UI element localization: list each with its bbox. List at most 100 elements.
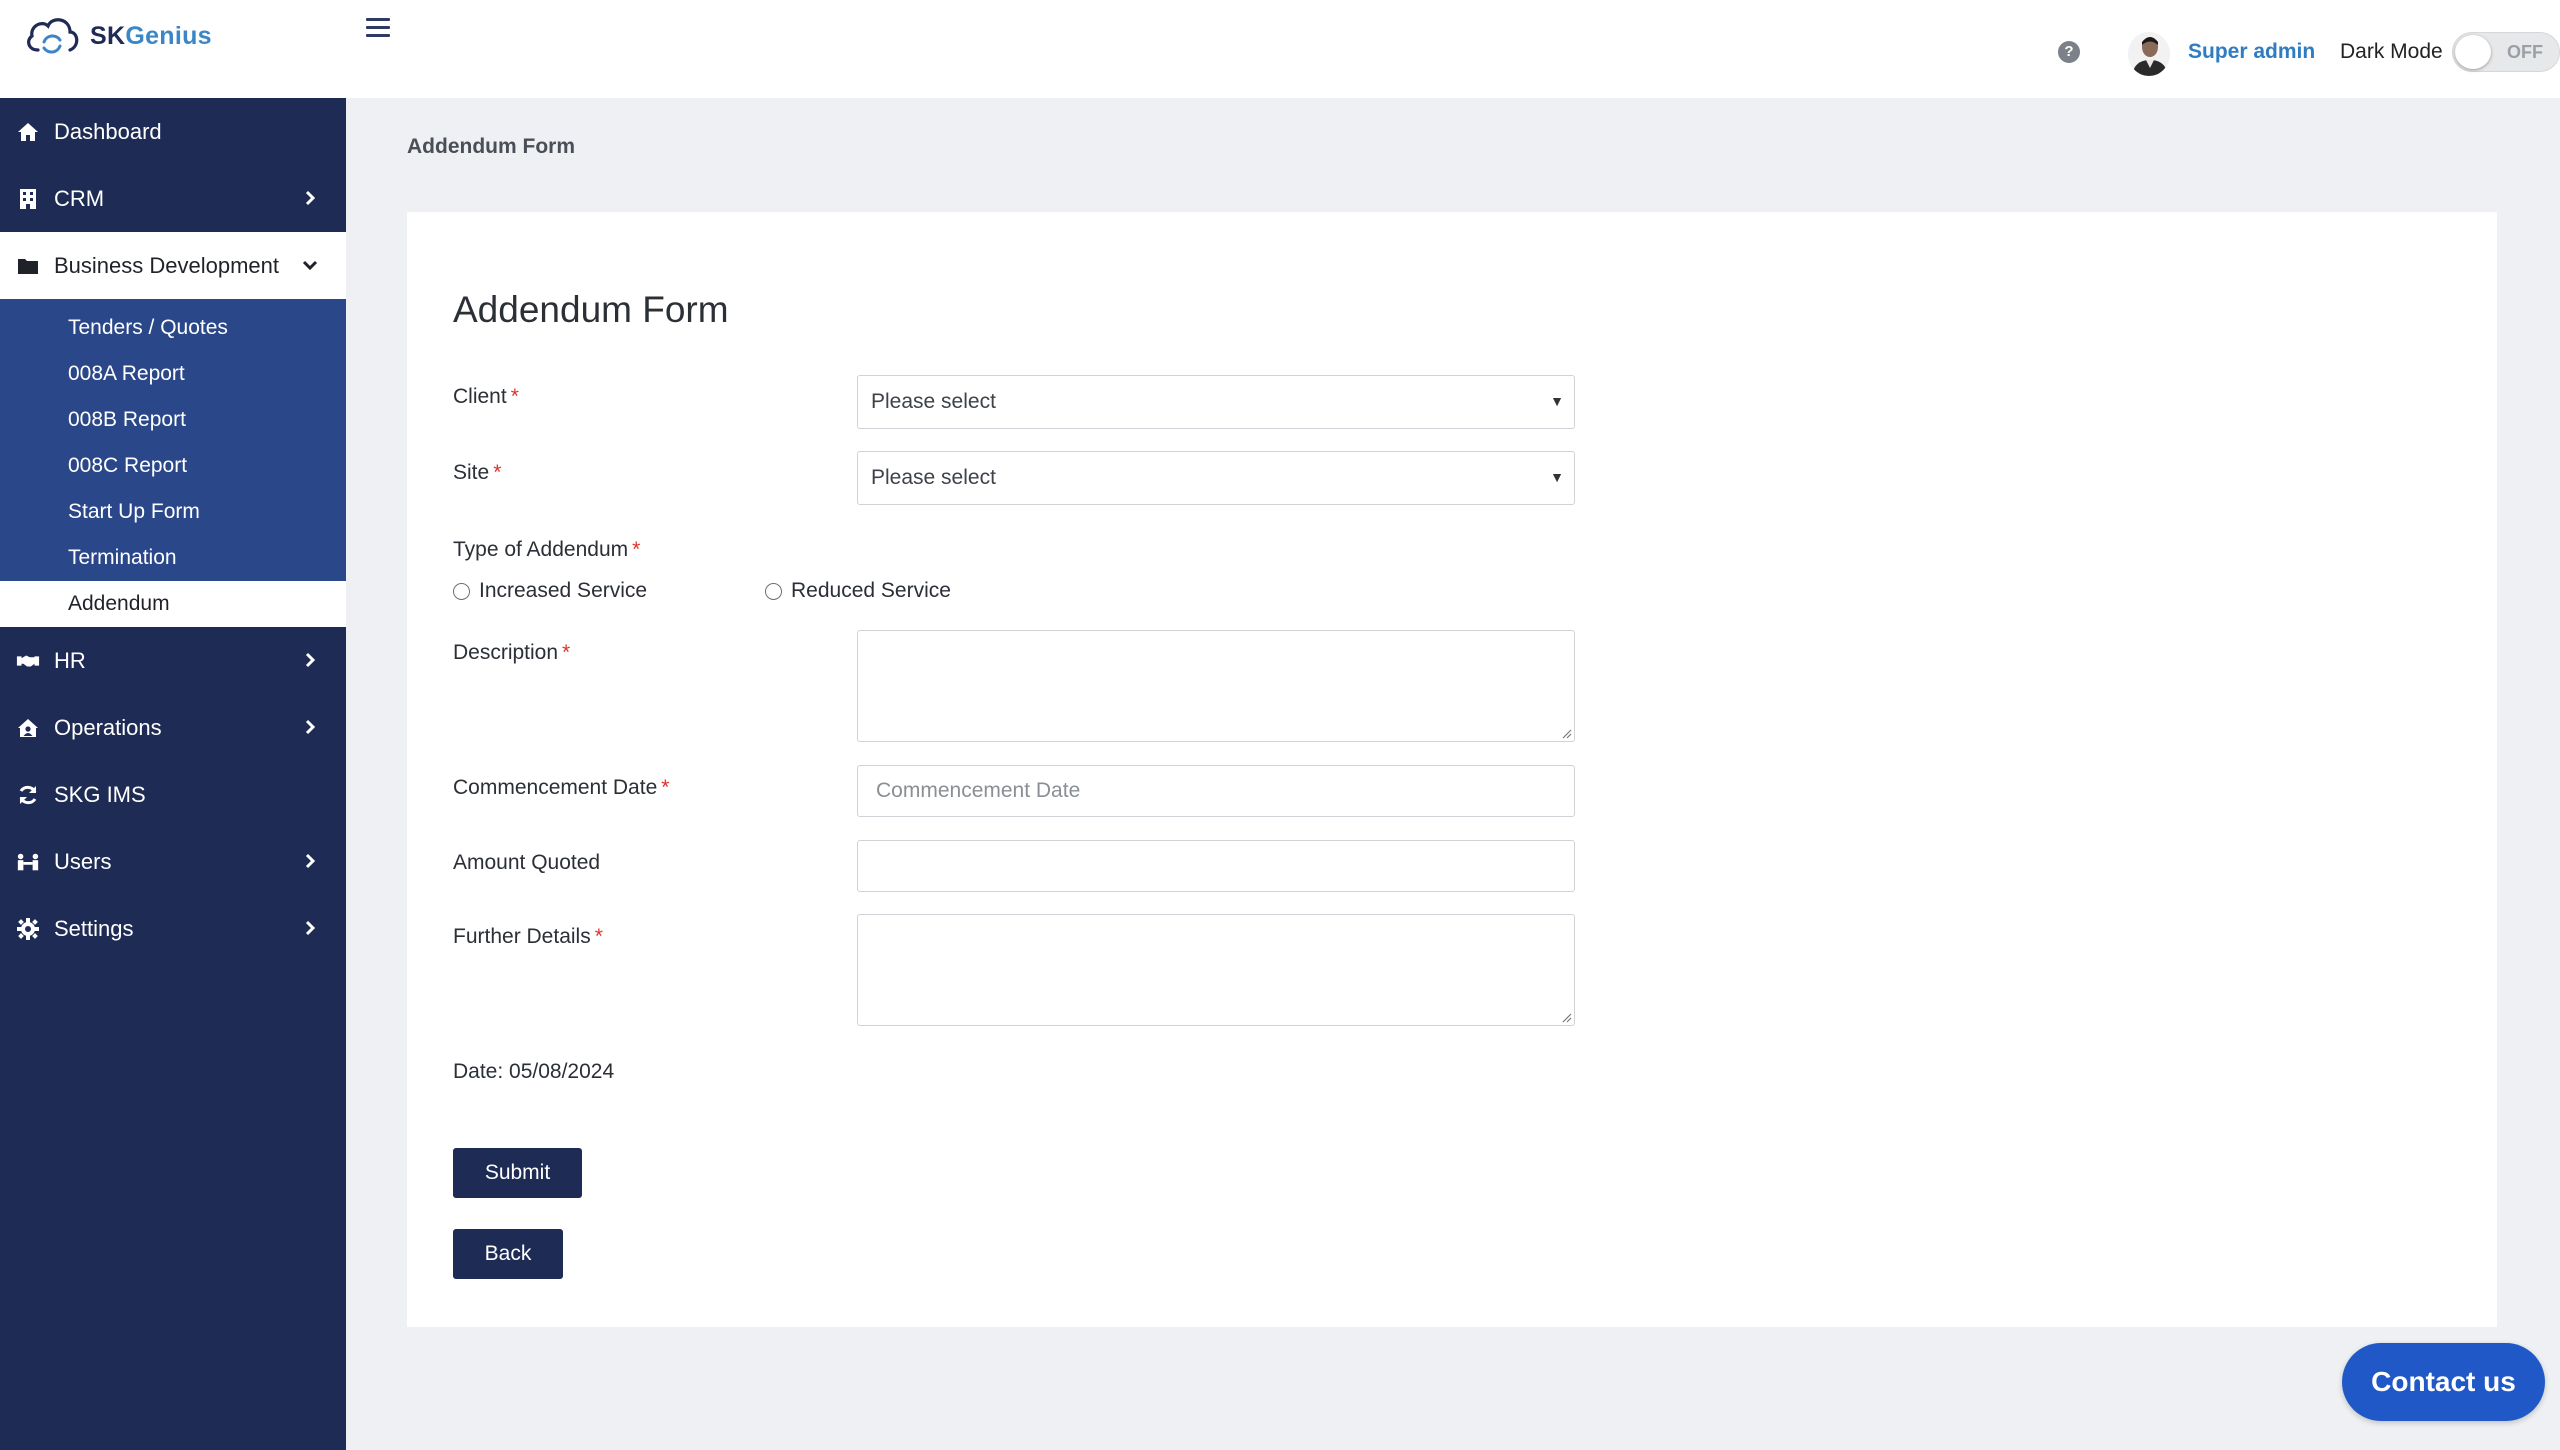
type-of-addendum-label: Type of Addendum * [453,538,640,562]
dark-mode-label: Dark Mode [2340,40,2443,63]
dark-mode-toggle[interactable]: OFF [2452,32,2560,72]
toggle-knob [2455,35,2491,69]
help-icon[interactable]: ? [2058,41,2080,63]
top-header: SKGenius ? Super admin Dark Mode OFF [0,0,2560,98]
gear-icon [16,917,40,941]
menu-toggle-icon[interactable] [366,18,390,38]
page-title: Addendum Form [453,289,729,330]
sidebar-item-settings[interactable]: Settings [0,895,346,962]
folder-icon [16,254,40,278]
business-development-submenu: Tenders / Quotes 008A Report 008B Report… [0,299,346,627]
building-icon [16,187,40,211]
commencement-date-placeholder: Commencement Date [876,779,1081,802]
sidebar-item-label: Operations [54,714,162,740]
user-name-link[interactable]: Super admin [2188,40,2315,64]
sidebar-item-label: Dashboard [54,118,162,144]
sidebar-item-label: Users [54,848,112,874]
chevron-right-icon [305,853,316,869]
site-label-text: Site [453,461,490,484]
sync-icon [16,783,40,807]
client-select-value: Please select [871,390,996,413]
sidebar: Dashboard CRM Business Development Tende… [0,98,346,1450]
commencement-date-label: Commencement Date * [453,776,669,800]
sidebar-item-crm[interactable]: CRM [0,165,346,232]
sidebar-item-business-development[interactable]: Business Development [0,232,346,299]
required-mark: * [510,385,519,408]
further-label-text: Further Details [453,925,591,948]
handshake-icon [16,649,40,673]
dropdown-caret-icon: ▼ [1550,393,1564,409]
breadcrumb: Addendum Form [407,135,575,158]
chevron-right-icon [305,652,316,668]
house-user-icon [16,716,40,740]
description-textarea[interactable] [857,630,1575,742]
sidebar-item-label: CRM [54,185,105,211]
sidebar-item-label: Business Development [54,252,280,278]
required-mark: * [562,641,571,664]
sidebar-item-dashboard[interactable]: Dashboard [0,98,346,165]
avatar[interactable] [2128,32,2170,76]
sidebar-item-operations[interactable]: Operations [0,694,346,761]
sidebar-item-label: Settings [54,915,134,941]
type-label-text: Type of Addendum [453,538,629,561]
commencement-date-input[interactable]: Commencement Date [857,765,1575,817]
users-icon [16,850,40,874]
further-details-label: Further Details * [453,925,603,949]
amount-label-text: Amount Quoted [453,851,601,874]
site-select[interactable]: Please select ▼ [857,451,1575,505]
radio-circle-icon [453,582,470,600]
user-photo-icon [2128,32,2170,76]
dropdown-caret-icon: ▼ [1550,469,1564,485]
form-card: Addendum Form Client * Please select ▼ Si… [407,212,2497,1327]
increased-service-label: Increased Service [479,579,648,602]
site-select-value: Please select [871,466,996,489]
required-mark: * [632,538,641,561]
sidebar-item-hr[interactable]: HR [0,627,346,694]
sidebar-item-label: SKG IMS [54,781,146,807]
chevron-right-icon [305,920,316,936]
submenu-item-start-up-form[interactable]: Start Up Form [0,489,346,535]
resize-grip-icon[interactable] [1560,727,1572,739]
reduced-service-radio[interactable]: Reduced Service [765,579,951,603]
toggle-state-text: OFF [2507,42,2543,62]
cloud-logo-icon [27,18,79,54]
commencement-label-text: Commencement Date [453,776,658,799]
further-details-textarea[interactable] [857,914,1575,1026]
sidebar-item-skg-ims[interactable]: SKG IMS [0,761,346,828]
amount-quoted-label: Amount Quoted [453,851,600,875]
sidebar-item-users[interactable]: Users [0,828,346,895]
submit-button[interactable]: Submit [453,1148,582,1198]
increased-service-radio[interactable]: Increased Service [453,579,647,603]
logo-text-sk: SK [90,21,126,50]
reduced-service-label: Reduced Service [791,579,951,602]
contact-us-button[interactable]: Contact us [2342,1343,2545,1421]
site-label: Site * [453,461,501,485]
description-label: Description * [453,641,570,665]
amount-quoted-input[interactable] [857,840,1575,892]
required-mark: * [493,461,502,484]
radio-circle-icon [765,582,782,600]
sidebar-item-label: HR [54,647,86,673]
back-button[interactable]: Back [453,1229,563,1279]
home-icon [16,120,40,144]
submenu-item-addendum[interactable]: Addendum [0,581,346,627]
chevron-down-icon [302,260,318,271]
description-label-text: Description [453,641,559,664]
logo-text-genius: Genius [125,21,212,50]
logo-text: SKGenius [90,22,212,51]
chevron-right-icon [305,190,316,206]
submenu-item-termination[interactable]: Termination [0,535,346,581]
submenu-item-008b-report[interactable]: 008B Report [0,397,346,443]
logo[interactable]: SKGenius [22,12,212,60]
required-mark: * [661,776,670,799]
submenu-item-008a-report[interactable]: 008A Report [0,351,346,397]
chevron-right-icon [305,719,316,735]
submenu-item-008c-report[interactable]: 008C Report [0,443,346,489]
resize-grip-icon[interactable] [1560,1011,1572,1023]
client-label-text: Client [453,385,507,408]
form-date: Date: 05/08/2024 [453,1060,615,1083]
required-mark: * [594,925,603,948]
client-label: Client * [453,385,519,409]
client-select[interactable]: Please select ▼ [857,375,1575,429]
submenu-item-tenders-quotes[interactable]: Tenders / Quotes [0,305,346,351]
